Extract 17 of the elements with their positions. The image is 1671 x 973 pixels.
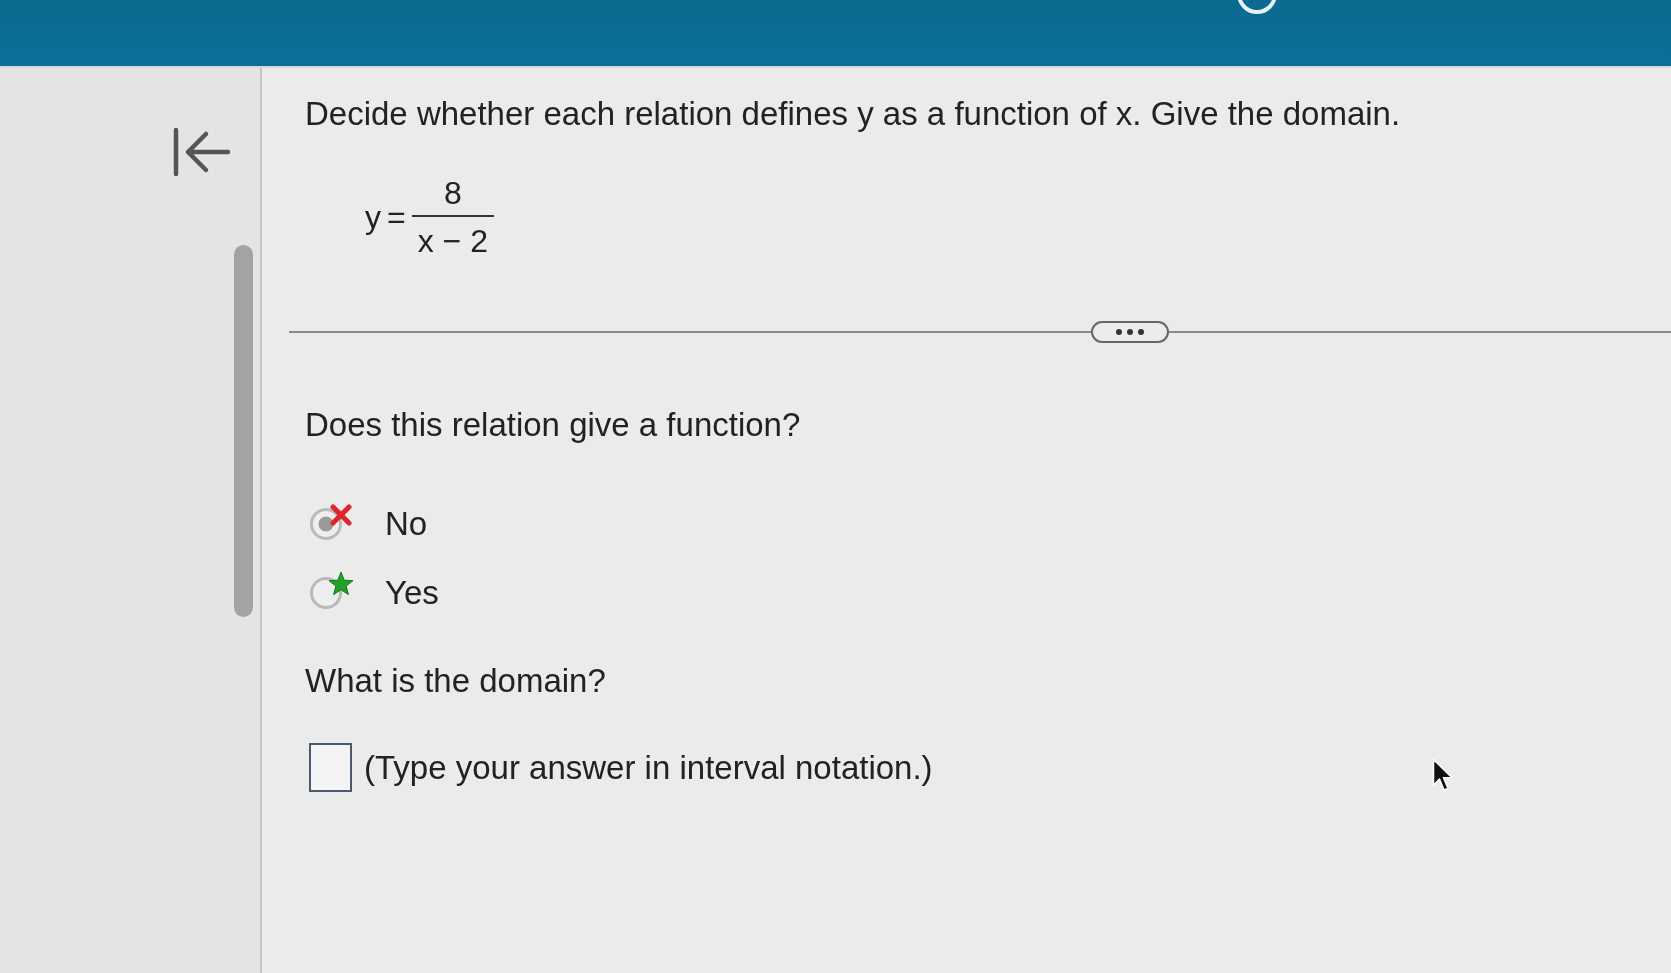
numerator: 8: [442, 175, 463, 213]
math-variable: y: [365, 199, 381, 235]
equals-sign: =: [387, 199, 406, 235]
ellipsis-icon: [1116, 329, 1144, 335]
denominator: x − 2: [416, 222, 489, 259]
more-button[interactable]: [1091, 321, 1169, 343]
scrollbar[interactable]: [234, 245, 253, 617]
mouse-pointer-icon: [1432, 758, 1454, 792]
option-label: Yes: [385, 574, 439, 612]
option-label: No: [385, 505, 428, 543]
input-field[interactable]: [309, 743, 352, 792]
question-text: Decide whether each relation defines y as a function of x. Give the domain.: [305, 95, 1401, 133]
answer-instruction: (Type your answer in interval notation.): [364, 748, 933, 787]
question-prompt: What is the domain?: [305, 662, 607, 700]
arrow-to-bar-icon[interactable]: [172, 126, 232, 178]
question-prompt: Does this relation give a function?: [305, 406, 801, 444]
ring-icon: [1236, 0, 1278, 15]
